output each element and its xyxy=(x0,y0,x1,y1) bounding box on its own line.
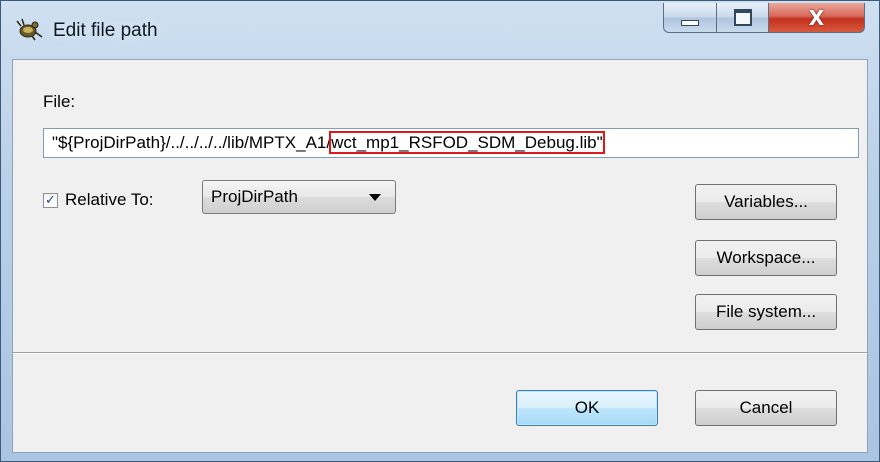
text-caret xyxy=(603,134,605,154)
relative-to-value: ProjDirPath xyxy=(211,187,298,206)
file-label: File: xyxy=(43,92,76,111)
minimize-icon xyxy=(681,19,699,26)
variables-button[interactable]: Variables... xyxy=(695,184,837,220)
file-path-input[interactable]: "${ProjDirPath}/../../../../lib/MPTX_A1/… xyxy=(43,128,859,158)
relative-to-dropdown[interactable]: ProjDirPath xyxy=(202,180,396,214)
separator xyxy=(13,352,867,354)
cancel-button[interactable]: Cancel xyxy=(695,390,837,426)
window-controls: X xyxy=(663,3,865,37)
ok-button[interactable]: OK xyxy=(516,390,658,426)
relative-to-label[interactable]: Relative To: xyxy=(65,190,154,210)
dialog-body: File: "${ProjDirPath}/../../../../lib/MP… xyxy=(12,59,868,453)
file-path-prefix: "${ProjDirPath}/../../../../lib/MPTX_A1/ xyxy=(52,133,332,152)
title-bar[interactable]: Edit file path X xyxy=(1,1,879,59)
workspace-button[interactable]: Workspace... xyxy=(695,240,837,276)
close-button[interactable]: X xyxy=(769,3,865,33)
maximize-icon xyxy=(733,9,752,26)
maximize-button[interactable] xyxy=(717,3,769,33)
file-system-button[interactable]: File system... xyxy=(695,294,837,330)
eclipse-bug-icon xyxy=(15,17,45,41)
checkmark-icon: ✓ xyxy=(45,192,56,208)
dropdown-arrow-icon xyxy=(369,194,381,201)
minimize-button[interactable] xyxy=(663,3,717,33)
window-title: Edit file path xyxy=(53,20,158,41)
relative-to-checkbox[interactable]: ✓ xyxy=(43,192,58,208)
file-path-highlighted-segment: wct_mp1_RSFOD_SDM_Debug.lib" xyxy=(329,131,605,154)
dialog-window: Edit file path X File: "${ProjDirPath}/.… xyxy=(0,0,880,462)
relative-to-row: ✓ Relative To: xyxy=(43,190,154,210)
close-icon: X xyxy=(808,5,825,30)
